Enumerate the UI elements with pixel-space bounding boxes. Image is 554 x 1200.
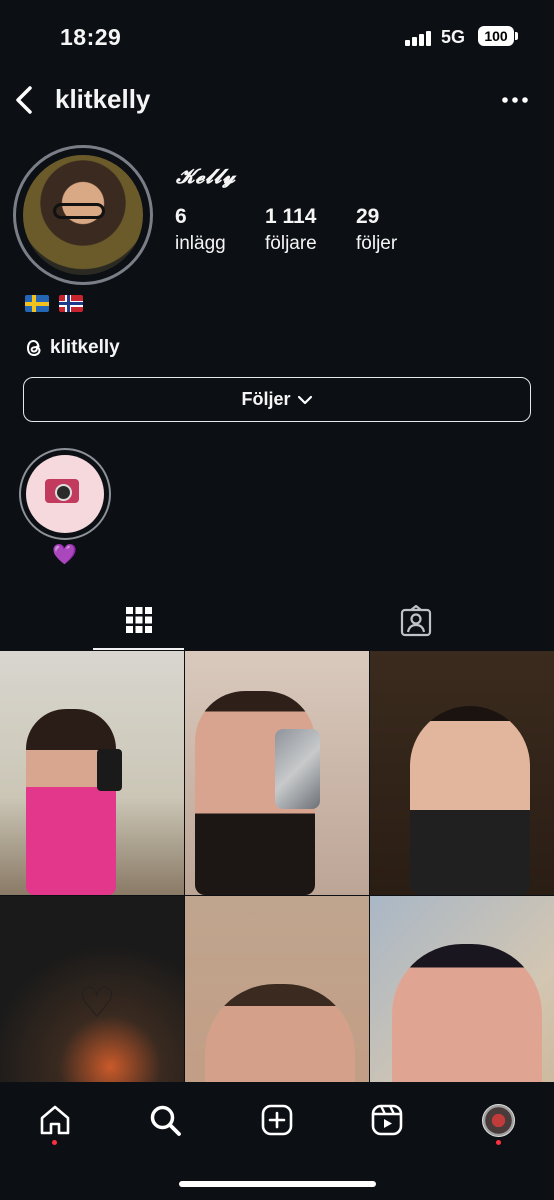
tagged-person-icon [400,605,431,637]
avatar-glasses [53,203,105,219]
stat-followers[interactable]: 1 114 följare [265,205,317,255]
sweden-flag-icon [25,295,49,312]
search-icon [150,1105,181,1136]
bio-flags [25,295,83,312]
nav-search[interactable] [145,1100,185,1140]
status-bar: 18:29 5G 100 [0,0,554,70]
posts-grid: ♡ [0,651,554,1140]
threads-link[interactable]: klitkelly [24,337,120,359]
tab-tagged[interactable] [370,592,461,650]
threads-handle: klitkelly [50,337,120,358]
stat-following[interactable]: 29 följer [356,205,397,255]
stat-following-label: följer [356,233,398,254]
reels-icon [371,1104,403,1136]
profile-avatar[interactable] [13,145,153,285]
stat-posts-count: 6 [175,205,187,228]
chevron-down-icon [297,395,312,404]
story-highlight[interactable] [19,448,111,540]
grid-icon [125,607,152,633]
battery-icon: 100 [478,26,514,46]
camera-icon [45,479,79,503]
nav-create[interactable] [257,1100,297,1140]
nav-home[interactable] [35,1100,75,1140]
create-post-icon [261,1104,293,1136]
profile-avatar-small [481,1103,515,1137]
stat-posts[interactable]: 6 inlägg [175,205,226,255]
profile-header: klitkelly [0,78,554,122]
following-button-label: Följer [241,389,291,409]
nav-reels[interactable] [367,1100,407,1140]
highlight-cover [26,455,104,533]
nav-profile[interactable] [478,1100,518,1140]
post-thumbnail[interactable] [370,651,554,895]
post-thumbnail[interactable] [185,651,369,895]
stat-followers-count: 1 114 [265,205,317,228]
back-arrow-icon[interactable] [10,82,40,118]
status-time: 18:29 [60,24,122,50]
stat-following-count: 29 [356,205,380,228]
following-button[interactable]: Följer [23,377,531,422]
norway-flag-icon [59,295,83,312]
more-options-icon[interactable] [500,86,530,114]
stat-followers-label: följare [265,233,317,254]
home-icon [40,1105,70,1135]
signal-icon [405,30,433,46]
battery-tip [515,32,518,40]
threads-icon [26,339,41,357]
tab-posts-grid[interactable] [93,592,184,650]
profile-notification-dot [496,1140,501,1145]
page-title: klitkelly [55,84,151,114]
post-thumbnail[interactable] [0,651,184,895]
home-indicator[interactable] [179,1181,376,1187]
home-notification-dot [52,1140,57,1145]
stat-posts-label: inlägg [175,233,226,254]
display-name: 𝓚𝓮𝓵𝓵𝔂 [176,164,237,188]
network-label: 5G [441,27,466,47]
avatar-image [23,155,143,275]
highlight-label: 💜 [52,544,77,566]
